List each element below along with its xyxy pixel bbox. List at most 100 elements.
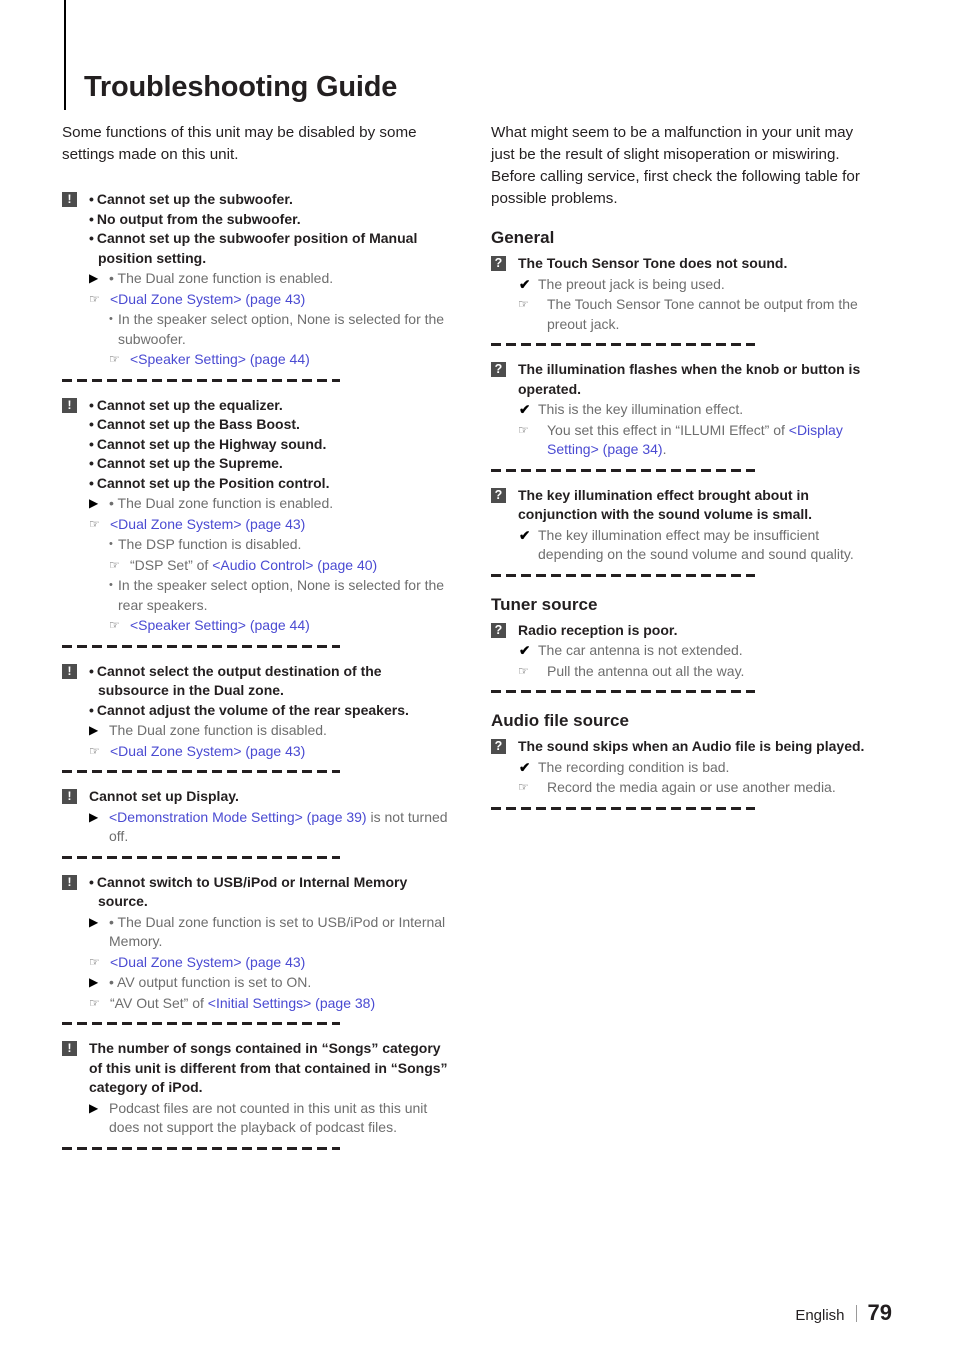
symptom-text: Cannot set up the equalizer. [89, 396, 454, 416]
cause-group: The DSP function is disabled. ☞ “DSP Set” … [109, 535, 454, 575]
cause-text: • AV output function is set to ON. [109, 974, 312, 990]
reference-line: ☞ <Dual Zone System> (page 43) [89, 515, 454, 535]
pointing-hand-icon: ☞ [518, 422, 529, 437]
symptom-text: Cannot set up the Supreme. [89, 454, 454, 474]
symptom-text: The number of songs contained in “Songs”… [89, 1040, 448, 1095]
symptom-text: The Touch Sensor Tone does not sound. [518, 255, 788, 271]
cause-text: The Dual zone function is disabled. [109, 722, 327, 738]
section-separator [62, 1022, 340, 1025]
triangle-marker-icon: ▶ [89, 809, 99, 824]
pointing-hand-icon: ☞ [109, 557, 120, 572]
symptom-text: Cannot set up the Bass Boost. [89, 415, 454, 435]
reference-link[interactable]: <Initial Settings> (page 38) [208, 995, 375, 1011]
triangle-marker-icon: ▶ [89, 496, 99, 510]
section-separator [62, 1146, 340, 1150]
right-section-list: General? The Touch Sensor Tone does not s… [491, 228, 883, 810]
reference-line: ☞ <Dual Zone System> (page 43) [89, 953, 454, 973]
section-heading: General [491, 228, 555, 247]
triangle-marker-icon: ▶ [89, 1100, 99, 1115]
cause-line: ✔ The car antenna is not extended. [518, 641, 883, 661]
cause-link[interactable]: <Demonstration Mode Setting> (page 39) [109, 809, 367, 825]
troubleshooting-entry: ! Cannot select the output destination of… [62, 662, 454, 762]
cause-line: ✔ The key illumination effect may be insu… [518, 526, 883, 565]
troubleshooting-entry: ? The Touch Sensor Tone does not sound. ✔ T… [491, 254, 883, 334]
symptom-text: Radio reception is poor. [518, 621, 678, 638]
pointing-hand-icon: ☞ [89, 954, 100, 969]
cause-text: The preout jack is being used. [538, 275, 725, 292]
right-intro-paragraph: What might seem to be a malfunction in y… [491, 124, 860, 207]
triangle-marker-icon: ▶ [89, 914, 99, 929]
troubleshooting-entry: !Cannot set up the equalizer.Cannot set … [62, 396, 454, 636]
cause-line: ▶ The Dual zone function is disabled. [89, 721, 454, 741]
symptom-text: Cannot select the output destination of … [89, 662, 454, 701]
cause-line: ✔ The recording condition is bad. [518, 758, 883, 778]
reference-link[interactable]: <Dual Zone System> (page 43) [110, 516, 305, 532]
reference-link[interactable]: <Audio Control> (page 40) [212, 557, 377, 573]
check-icon: ✔ [519, 759, 531, 775]
cause-text: This is the key illumination effect. [538, 401, 744, 417]
section-separator [491, 690, 755, 693]
reference-link[interactable]: <Dual Zone System> (page 43) [110, 743, 305, 759]
symptom-text: Cannot adjust the volume of the rear spe… [89, 701, 454, 721]
section-separator [62, 770, 340, 773]
symptom-text: Cannot set up Display. [89, 788, 239, 804]
symptom-text: The sound skips when an Audio file is be… [518, 738, 865, 754]
reference-prefix: “DSP Set” of [130, 556, 213, 573]
reference-line: ☞ <Speaker Setting> (page 44) [109, 616, 454, 636]
symptom-text: Cannot set up the Highway sound. [89, 435, 454, 455]
reference-text: Record the media again or use another me… [547, 779, 836, 795]
check-icon: ✔ [519, 402, 531, 417]
cause-line: ▶ <Demonstration Mode Setting> (page 39) … [89, 808, 454, 847]
title-vertical-rule [64, 0, 66, 110]
check-icon: ✔ [519, 643, 531, 658]
cause-line: ✔ The preout jack is being used. [518, 275, 883, 295]
section-separator [491, 468, 755, 472]
triangle-marker-icon: ▶ [89, 271, 99, 285]
reference-suffix: . [662, 441, 667, 457]
troubleshooting-entry: ! The number of songs contained in “Songs… [62, 1039, 454, 1138]
section-separator [491, 343, 755, 346]
troubleshooting-entry: ? Radio reception is poor. ✔ The car antenn… [491, 621, 883, 682]
reference-link[interactable]: <Dual Zone System> (page 43) [110, 291, 305, 307]
troubleshooting-entry: ! Cannot set up the subwoofer.No output f… [62, 190, 454, 370]
symptom-text: The illumination flashes when the knob o… [518, 361, 861, 397]
cause-text: The recording condition is bad. [538, 758, 730, 775]
cause-text: The DSP function is disabled. [109, 535, 454, 555]
cause-text: In the speaker select option, None is se… [109, 310, 454, 349]
pointing-hand-icon: ☞ [89, 291, 100, 306]
section-separator [62, 644, 340, 648]
troubleshooting-entry: ? The key illumination effect brought abo… [491, 486, 883, 565]
reference-link[interactable]: <Speaker Setting> (page 44) [130, 351, 310, 367]
reference-prefix: You set this effect in “ILLUMI Effect” o… [547, 421, 789, 438]
reference-link[interactable]: <Dual Zone System> (page 43) [110, 954, 305, 970]
cause-line: ▶ • AV output function is set to ON. [89, 973, 454, 993]
cause-text: The key illumination effect may be insuf… [538, 526, 854, 563]
section-separator [491, 573, 755, 577]
pointing-hand-icon: ☞ [89, 995, 100, 1010]
check-icon: ✔ [519, 276, 531, 292]
troubleshooting-entry: ? The illumination flashes when the knob … [491, 360, 883, 460]
reference-line: ☞ Pull the antenna out all the way. [518, 662, 883, 682]
cause-line: ▶ • The Dual zone function is set to USB/… [89, 913, 454, 952]
cause-group: In the speaker select option, None is se… [109, 576, 454, 636]
symptom-text: Cannot set up the subwoofer. [89, 190, 454, 210]
reference-line: ☞ You set this effect in “ILLUMI Effect” … [518, 421, 883, 460]
warning-badge-icon: ! [62, 397, 77, 413]
section-separator [62, 378, 340, 382]
left-entry-list: ! Cannot set up the subwoofer.No output f… [62, 190, 454, 1150]
pointing-hand-icon: ☞ [109, 618, 120, 632]
reference-text: Pull the antenna out all the way. [547, 662, 745, 679]
cause-text: The car antenna is not extended. [538, 642, 743, 658]
triangle-marker-icon: ▶ [89, 975, 99, 989]
reference-line: ☞ <Speaker Setting> (page 44) [109, 350, 454, 370]
reference-link[interactable]: <Speaker Setting> (page 44) [130, 617, 310, 633]
troubleshooting-entry: ! Cannot set up Display. ▶ <Demonstration M… [62, 787, 454, 847]
symptom-text: Cannot switch to USB/iPod or Internal Me… [89, 873, 454, 912]
pointing-hand-icon: ☞ [89, 743, 100, 758]
question-badge-icon: ? [491, 256, 506, 271]
troubleshooting-entry: ! Cannot switch to USB/iPod or Internal M… [62, 873, 454, 1014]
right-column: What might seem to be a malfunction in y… [491, 122, 883, 810]
pointing-hand-icon: ☞ [518, 780, 529, 794]
warning-badge-icon: ! [62, 1041, 77, 1056]
left-intro-paragraph: Some functions of this unit may be disab… [62, 124, 417, 163]
